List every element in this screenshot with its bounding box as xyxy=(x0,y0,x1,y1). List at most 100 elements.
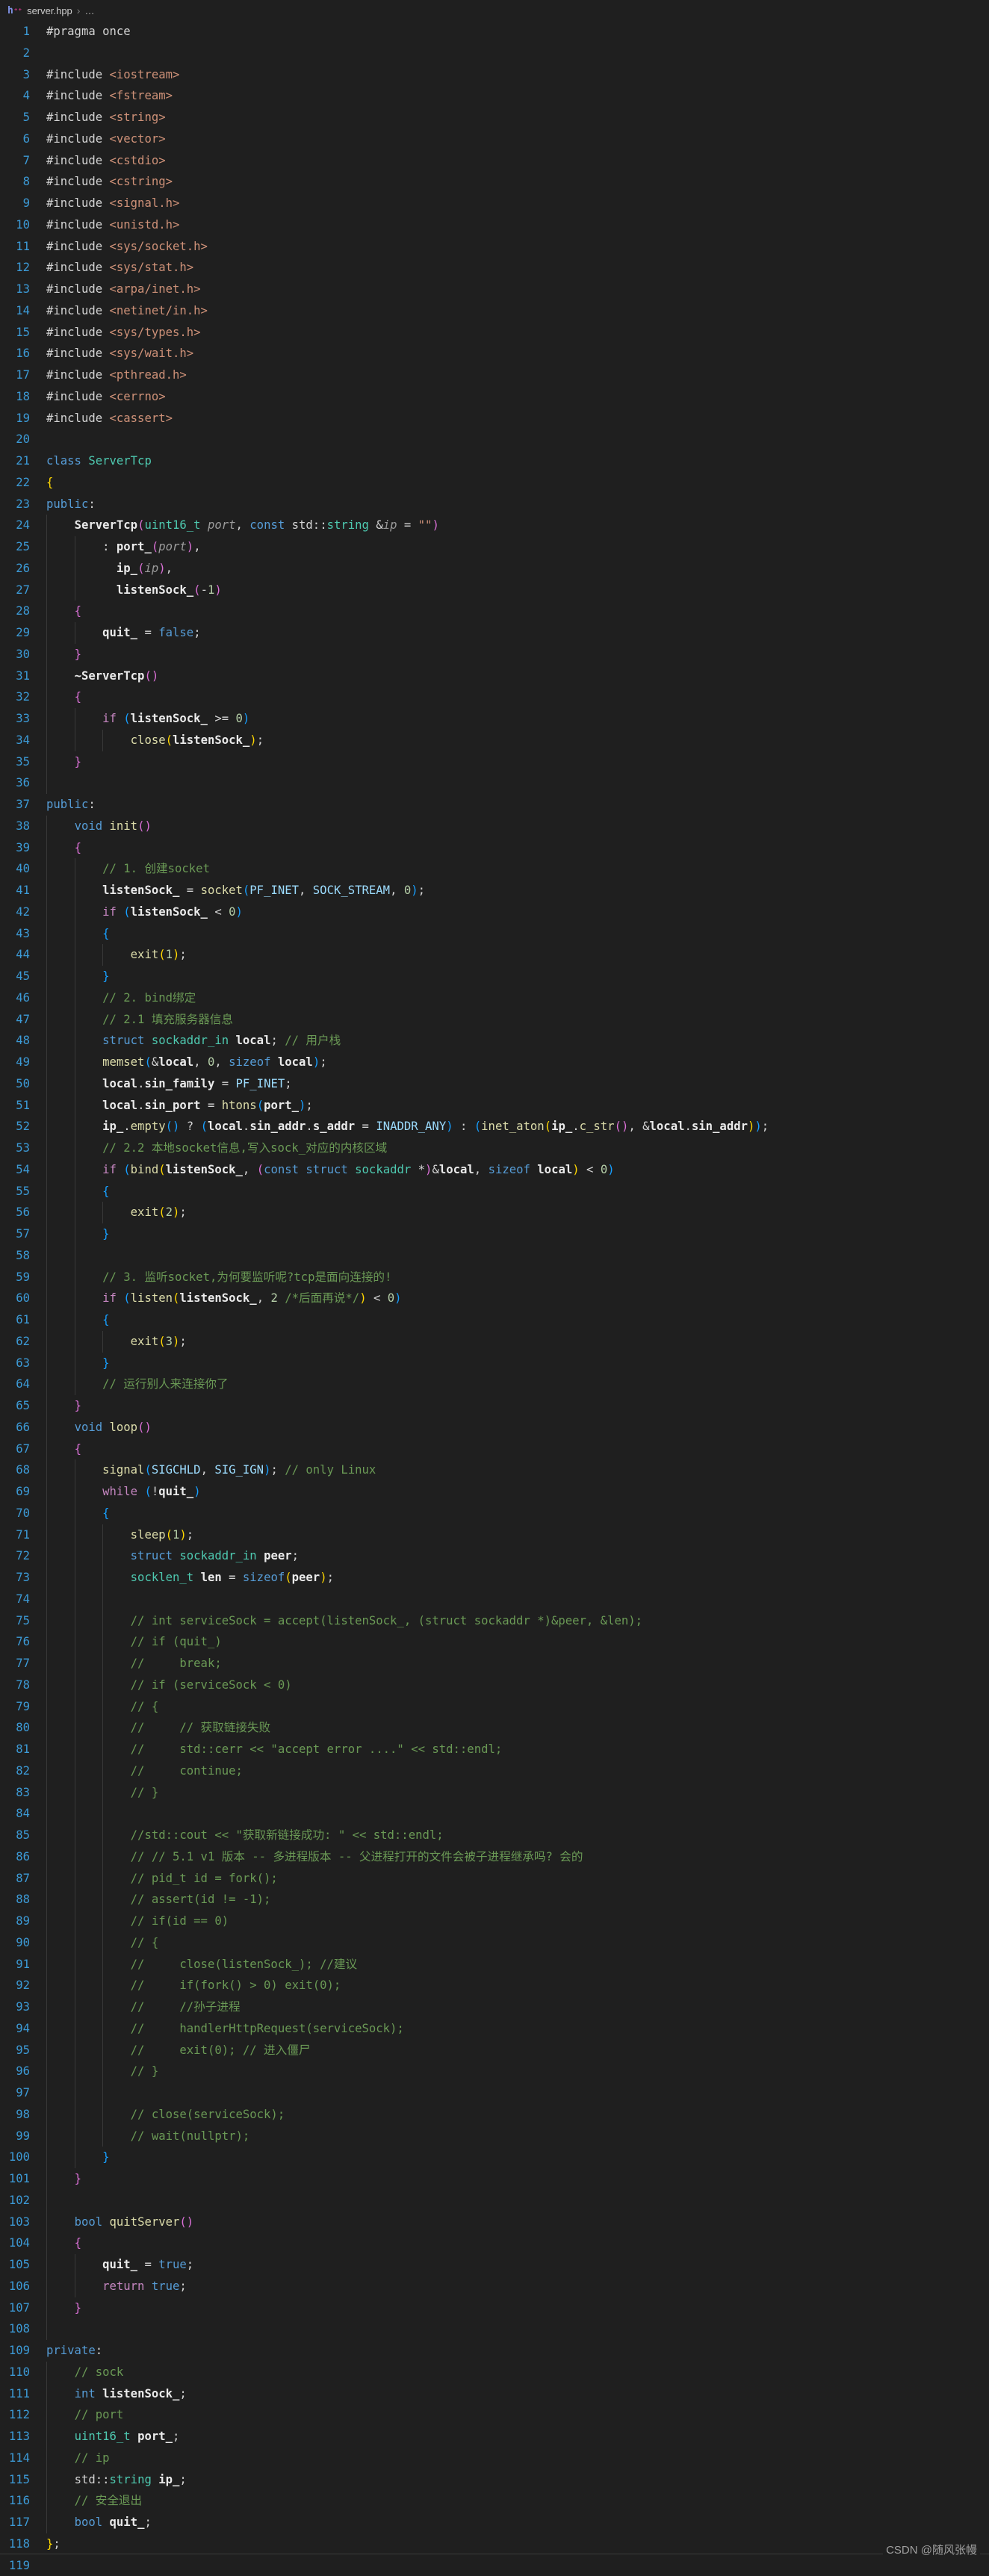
code-line[interactable]: 84 xyxy=(0,1803,989,1825)
code-line[interactable]: 26 ip_(ip), xyxy=(0,558,989,580)
code-line[interactable]: 106 return true; xyxy=(0,2276,989,2297)
line-number[interactable]: 34 xyxy=(0,730,46,751)
line-number[interactable]: 65 xyxy=(0,1395,46,1417)
line-number[interactable]: 68 xyxy=(0,1459,46,1481)
code-line[interactable]: 58 xyxy=(0,1245,989,1267)
line-number[interactable]: 40 xyxy=(0,858,46,880)
code-line[interactable]: 42 if (listenSock_ < 0) xyxy=(0,901,989,923)
line-number[interactable]: 27 xyxy=(0,580,46,601)
breadcrumb-file-name[interactable]: server.hpp xyxy=(27,5,72,16)
line-number[interactable]: 8 xyxy=(0,171,46,193)
breadcrumb[interactable]: h⁺⁺ server.hpp › … xyxy=(0,0,989,21)
code-line[interactable]: 76 // if (quit_) xyxy=(0,1631,989,1653)
code-line[interactable]: 33 if (listenSock_ >= 0) xyxy=(0,708,989,730)
line-number[interactable]: 92 xyxy=(0,1975,46,1996)
line-number[interactable]: 51 xyxy=(0,1095,46,1117)
line-number[interactable]: 95 xyxy=(0,2040,46,2061)
line-number[interactable]: 93 xyxy=(0,1996,46,2018)
code-line[interactable]: 11#include <sys/socket.h> xyxy=(0,236,989,258)
code-line[interactable]: 64 // 运行别人来连接你了 xyxy=(0,1374,989,1395)
code-line[interactable]: 45 } xyxy=(0,966,989,987)
code-line[interactable]: 17#include <pthread.h> xyxy=(0,364,989,386)
code-line[interactable]: 15#include <sys/types.h> xyxy=(0,322,989,344)
code-line[interactable]: 89 // if(id == 0) xyxy=(0,1911,989,1932)
line-number[interactable]: 81 xyxy=(0,1739,46,1760)
code-line[interactable]: 110 // sock xyxy=(0,2362,989,2383)
line-number[interactable]: 11 xyxy=(0,236,46,258)
code-line[interactable]: 3#include <iostream> xyxy=(0,64,989,86)
code-line[interactable]: 72 struct sockaddr_in peer; xyxy=(0,1545,989,1567)
line-number[interactable]: 80 xyxy=(0,1717,46,1739)
code-line[interactable]: 94 // handlerHttpRequest(serviceSock); xyxy=(0,2018,989,2040)
line-number[interactable]: 44 xyxy=(0,944,46,966)
line-number[interactable]: 61 xyxy=(0,1309,46,1331)
line-number[interactable]: 28 xyxy=(0,600,46,622)
line-number[interactable]: 97 xyxy=(0,2082,46,2104)
line-number[interactable]: 1 xyxy=(0,21,46,43)
line-number[interactable]: 38 xyxy=(0,816,46,837)
code-line[interactable]: 88 // assert(id != -1); xyxy=(0,1889,989,1911)
code-line[interactable]: 80 // // 获取链接失败 xyxy=(0,1717,989,1739)
line-number[interactable]: 114 xyxy=(0,2448,46,2469)
line-number[interactable]: 21 xyxy=(0,450,46,472)
line-number[interactable]: 19 xyxy=(0,408,46,429)
line-number[interactable]: 110 xyxy=(0,2362,46,2383)
code-line[interactable]: 111 int listenSock_; xyxy=(0,2383,989,2405)
line-number[interactable]: 118 xyxy=(0,2533,46,2555)
code-line[interactable]: 23public: xyxy=(0,494,989,515)
code-line[interactable]: 81 // std::cerr << "accept error ...." <… xyxy=(0,1739,989,1760)
line-number[interactable]: 24 xyxy=(0,515,46,536)
line-number[interactable]: 12 xyxy=(0,257,46,279)
code-line[interactable]: 38 void init() xyxy=(0,816,989,837)
code-line[interactable]: 118}; xyxy=(0,2533,989,2555)
line-number[interactable]: 111 xyxy=(0,2383,46,2405)
line-number[interactable]: 78 xyxy=(0,1675,46,1696)
line-number[interactable]: 113 xyxy=(0,2426,46,2448)
line-number[interactable]: 58 xyxy=(0,1245,46,1267)
line-number[interactable]: 107 xyxy=(0,2297,46,2319)
line-number[interactable]: 23 xyxy=(0,494,46,515)
line-number[interactable]: 88 xyxy=(0,1889,46,1911)
line-number[interactable]: 57 xyxy=(0,1223,46,1245)
code-line[interactable]: 27 listenSock_(-1) xyxy=(0,580,989,601)
line-number[interactable]: 33 xyxy=(0,708,46,730)
line-number[interactable]: 60 xyxy=(0,1288,46,1309)
line-number[interactable]: 103 xyxy=(0,2212,46,2233)
line-number[interactable]: 22 xyxy=(0,472,46,494)
line-number[interactable]: 83 xyxy=(0,1782,46,1804)
editor-code-area[interactable]: 1#pragma once23#include <iostream>4#incl… xyxy=(0,21,989,2576)
code-line[interactable]: 31 ~ServerTcp() xyxy=(0,665,989,687)
code-line[interactable]: 44 exit(1); xyxy=(0,944,989,966)
line-number[interactable]: 94 xyxy=(0,2018,46,2040)
code-line[interactable]: 63 } xyxy=(0,1353,989,1374)
line-number[interactable]: 42 xyxy=(0,901,46,923)
line-number[interactable]: 101 xyxy=(0,2168,46,2190)
code-line[interactable]: 49 memset(&local, 0, sizeof local); xyxy=(0,1052,989,1073)
code-line[interactable]: 67 { xyxy=(0,1438,989,1460)
line-number[interactable]: 41 xyxy=(0,880,46,901)
line-number[interactable]: 105 xyxy=(0,2254,46,2276)
line-number[interactable]: 91 xyxy=(0,1954,46,1976)
code-line[interactable]: 119 xyxy=(0,2555,989,2576)
line-number[interactable]: 62 xyxy=(0,1331,46,1353)
code-line[interactable]: 39 { xyxy=(0,837,989,859)
code-line[interactable]: 40 // 1. 创建socket xyxy=(0,858,989,880)
code-line[interactable]: 52 ip_.empty() ? (local.sin_addr.s_addr … xyxy=(0,1116,989,1138)
line-number[interactable]: 3 xyxy=(0,64,46,86)
line-number[interactable]: 25 xyxy=(0,536,46,558)
code-line[interactable]: 116 // 安全退出 xyxy=(0,2490,989,2512)
code-line[interactable]: 114 // ip xyxy=(0,2448,989,2469)
code-line[interactable]: 117 bool quit_; xyxy=(0,2512,989,2533)
code-line[interactable]: 108 xyxy=(0,2318,989,2340)
code-line[interactable]: 109private: xyxy=(0,2340,989,2362)
line-number[interactable]: 117 xyxy=(0,2512,46,2533)
code-line[interactable]: 43 { xyxy=(0,923,989,945)
line-number[interactable]: 54 xyxy=(0,1159,46,1181)
line-number[interactable]: 86 xyxy=(0,1846,46,1868)
line-number[interactable]: 46 xyxy=(0,987,46,1009)
line-number[interactable]: 108 xyxy=(0,2318,46,2340)
code-line[interactable]: 83 // } xyxy=(0,1782,989,1804)
code-line[interactable]: 113 uint16_t port_; xyxy=(0,2426,989,2448)
line-number[interactable]: 98 xyxy=(0,2104,46,2126)
code-line[interactable]: 35 } xyxy=(0,751,989,773)
